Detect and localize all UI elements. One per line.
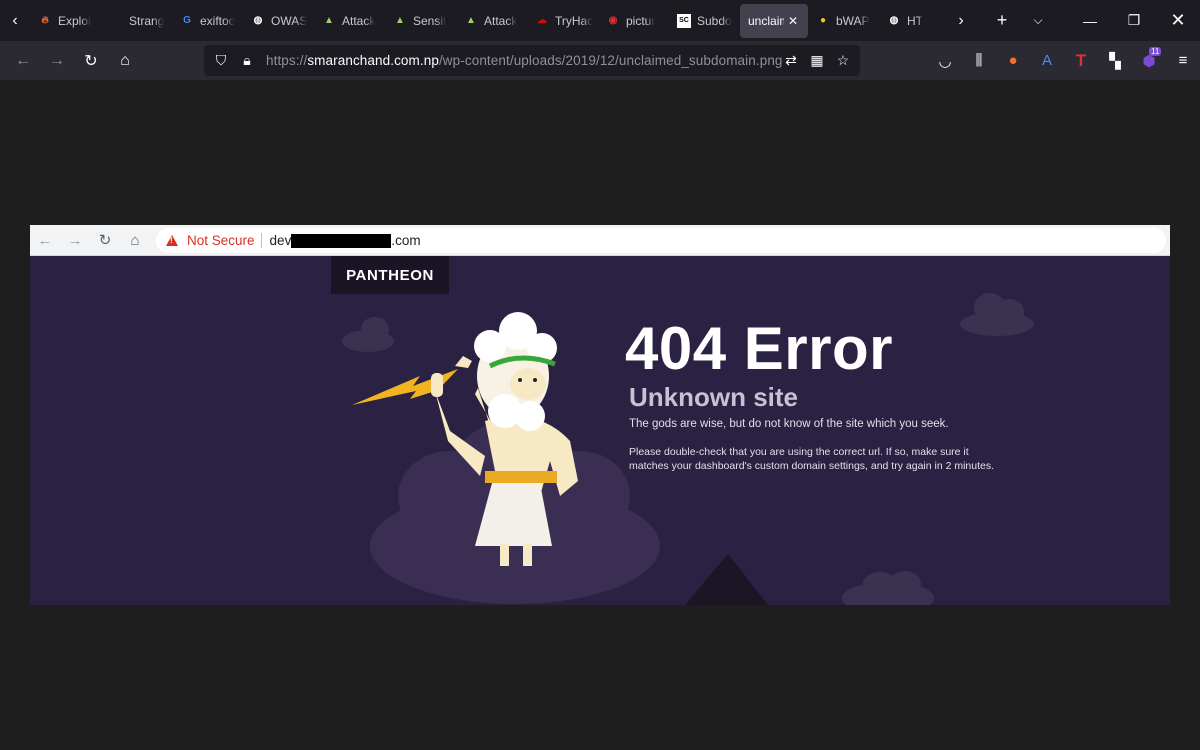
page-viewport: ← → ↻ ⌂ Not Secure dev .com xyxy=(0,80,1200,750)
picture-icon: ◉ xyxy=(608,15,618,26)
foxyproxy-icon[interactable]: ● xyxy=(996,41,1030,80)
not-secure-label: Not Secure xyxy=(187,233,262,248)
tab-title: Sensit xyxy=(413,13,447,28)
browser-tab[interactable]: ● bWAP xyxy=(808,4,879,38)
browser-tab[interactable]: Strang xyxy=(101,4,172,38)
url-text[interactable]: https://smaranchand.com.np/wp-content/up… xyxy=(266,53,783,68)
google-icon: G xyxy=(183,15,191,26)
browser-tab[interactable]: ◍ HT xyxy=(879,4,950,38)
tab-title: Attack xyxy=(484,13,518,28)
extensions-grid-icon[interactable]: ▚ xyxy=(1098,41,1132,80)
image-home-icon: ⌂ xyxy=(130,231,140,249)
home-button[interactable]: ⌂ xyxy=(108,45,142,77)
url-path: /wp-content/uploads/2019/12/unclaimed_su… xyxy=(438,53,783,68)
browser-tab[interactable]: ▲ Attack xyxy=(456,4,527,38)
tab-title: Attack xyxy=(342,13,376,28)
error-help-text: Please double-check that you are using t… xyxy=(629,446,995,472)
tab-title: Exploi xyxy=(58,13,91,28)
browser-tab[interactable]: ▲ Sensit xyxy=(385,4,456,38)
close-tab-icon[interactable]: ✕ xyxy=(788,14,798,28)
tab-list: 🔥︎ Exploi Strang Gexiftoo ◍ OWAS ▲ Attack ▲ Sensi… xyxy=(30,0,950,41)
owasp-icon: ◍ xyxy=(253,15,263,26)
forward-button[interactable]: → xyxy=(40,45,74,77)
sc-icon: SC xyxy=(677,13,691,28)
t-extension-icon[interactable]: T xyxy=(1064,41,1098,80)
tab-title: Subdo xyxy=(697,13,732,28)
extension-badge-count: 11 xyxy=(1149,47,1162,56)
error-page: PANTHEON 404 Error Unknown site The gods… xyxy=(30,256,1170,605)
reload-button[interactable]: ↻ xyxy=(74,45,108,77)
scroll-tabs-right-button[interactable]: › xyxy=(950,0,972,41)
error-subheading: Unknown site xyxy=(629,382,799,412)
close-window-button[interactable]: ✕ xyxy=(1156,0,1200,41)
browser-tab[interactable]: ◍ OWAS xyxy=(243,4,314,38)
owasp-icon: ◍ xyxy=(889,15,899,26)
browser-tab[interactable]: Gexiftoo xyxy=(172,4,243,38)
image-url-prefix: dev xyxy=(269,233,292,248)
list-all-tabs-button[interactable]: ⌵ xyxy=(1020,0,1056,41)
tab-title: TryHac xyxy=(555,13,594,28)
attack-icon: ▲ xyxy=(466,15,476,26)
tab-title: bWAP xyxy=(836,13,870,28)
tracking-shield-icon[interactable]: ⛉ xyxy=(208,52,234,69)
extension-badge-icon[interactable]: ⬢ 11 xyxy=(1132,41,1166,80)
browser-tab[interactable]: 🔥︎ Exploi xyxy=(30,4,101,38)
attack-icon: ▲ xyxy=(395,15,405,26)
browser-tab[interactable]: ☁︎ TryHac xyxy=(527,4,598,38)
pocket-icon[interactable]: ◡ xyxy=(928,41,962,80)
small-cloud-left xyxy=(342,317,394,352)
bookmark-star-icon[interactable]: ☆ xyxy=(830,52,856,69)
error-message: The gods are wise, but do not know of th… xyxy=(629,418,949,430)
image-address-bar: Not Secure dev .com xyxy=(156,228,1166,253)
image-forward-icon: → xyxy=(67,231,83,249)
tab-title: HT xyxy=(907,13,923,28)
tab-title: pictur xyxy=(626,13,656,28)
tryhackme-icon: ☁︎ xyxy=(537,15,547,26)
mountain-shape xyxy=(685,554,768,605)
tab-title: OWAS xyxy=(271,13,308,28)
warning-icon xyxy=(166,235,178,246)
browser-tab[interactable]: ◉ pictur xyxy=(598,4,669,38)
small-cloud-right xyxy=(960,293,1034,336)
qr-code-icon[interactable]: ▦ xyxy=(804,52,830,69)
translate-extension-icon[interactable]: A xyxy=(1030,41,1064,80)
back-button[interactable]: ← xyxy=(6,45,40,77)
browser-tab[interactable]: unclaim ✕ xyxy=(740,3,808,38)
url-host: smaranchand.com.np xyxy=(307,53,439,68)
library-icon[interactable]: ⫼ xyxy=(962,41,996,80)
tab-title: Strang xyxy=(129,13,165,28)
navigation-toolbar: ← → ↻ ⌂ ⛉ 🔒︎ https://smaranchand.com.np/… xyxy=(0,41,1200,80)
tab-title: unclaim xyxy=(748,13,784,28)
lock-icon[interactable]: 🔒︎ xyxy=(234,52,260,69)
browser-tab[interactable]: ▲ Attack xyxy=(314,4,385,38)
small-cloud-bottom xyxy=(842,571,934,605)
image-back-icon: ← xyxy=(37,231,53,249)
image-url: dev .com xyxy=(270,233,421,248)
address-bar[interactable]: ⛉ 🔒︎ https://smaranchand.com.np/wp-conte… xyxy=(204,45,860,76)
error-heading: 404 Error xyxy=(625,315,893,382)
pantheon-logo: PANTHEON xyxy=(331,256,449,294)
zeus-illustration xyxy=(342,293,1034,605)
attack-icon: ▲ xyxy=(324,15,334,26)
displayed-image: ← → ↻ ⌂ Not Secure dev .com xyxy=(30,225,1170,605)
image-browser-toolbar: ← → ↻ ⌂ Not Secure dev .com xyxy=(30,225,1170,256)
tab-strip: ‹ 🔥︎ Exploi Strang Gexiftoo ◍ OWAS ▲ Attack ▲ Sen… xyxy=(0,0,1200,41)
redaction-bar xyxy=(291,233,392,248)
tab-title: exiftoo xyxy=(200,13,236,28)
blank-icon xyxy=(109,14,123,28)
new-tab-button[interactable]: + xyxy=(984,0,1020,41)
restore-button[interactable]: ❐ xyxy=(1112,0,1156,41)
image-url-suffix: .com xyxy=(391,233,421,248)
flame-icon: 🔥︎ xyxy=(41,15,49,26)
minimize-button[interactable]: — xyxy=(1068,0,1112,41)
browser-tab[interactable]: SC Subdo xyxy=(669,4,740,38)
translate-icon[interactable]: ⇄ xyxy=(778,52,804,69)
url-scheme: https:// xyxy=(266,53,308,68)
scroll-tabs-left-button[interactable]: ‹ xyxy=(0,0,30,41)
bee-icon: ● xyxy=(819,15,827,26)
image-reload-icon: ↻ xyxy=(98,232,112,249)
app-menu-icon[interactable]: ≡ xyxy=(1166,41,1200,80)
